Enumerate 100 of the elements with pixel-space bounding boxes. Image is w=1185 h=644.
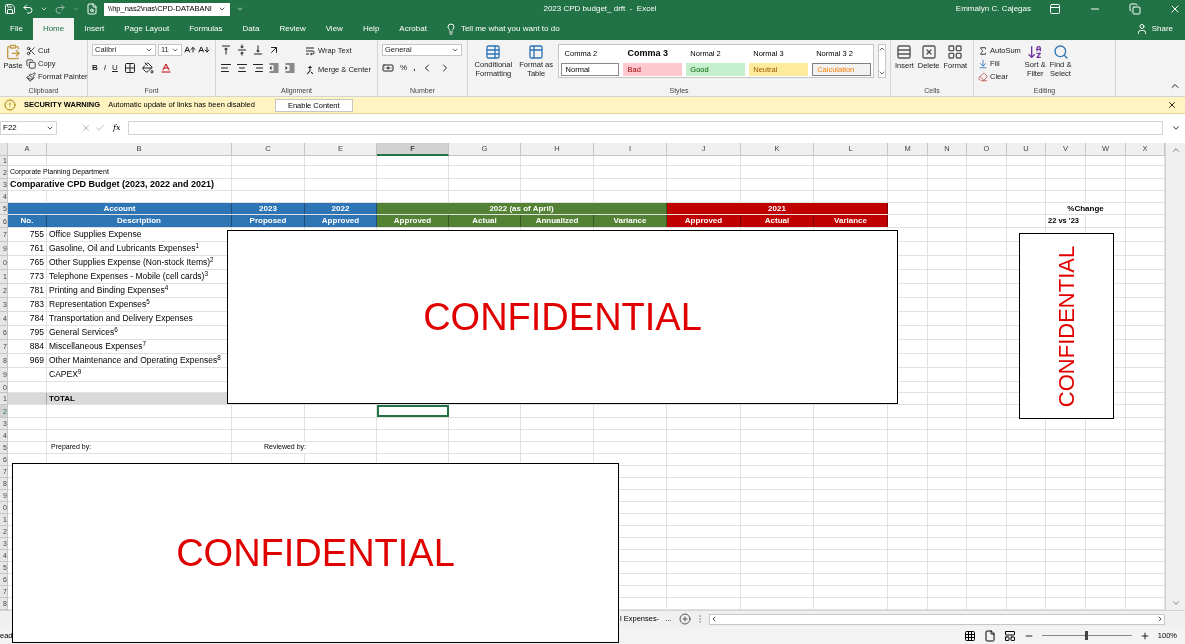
underline-button[interactable]: U [112, 62, 118, 74]
customize-icon[interactable] [236, 5, 244, 13]
copy-icon [26, 58, 36, 69]
fill-color-icon[interactable] [141, 62, 154, 74]
scroll-down-icon [1170, 598, 1181, 608]
ribbon-tab[interactable]: Formulas [179, 18, 233, 40]
align-center-icon[interactable] [236, 62, 248, 74]
name-box[interactable]: F22 [0, 121, 57, 135]
down-arrow-icon [978, 58, 988, 69]
share-button[interactable]: Share [1123, 18, 1185, 40]
orientation-icon[interactable] [268, 44, 280, 56]
ribbon-tab[interactable]: Insert [74, 18, 115, 40]
column-header: Annualized [521, 215, 594, 227]
scroll-up-icon [1170, 145, 1181, 155]
eraser-icon [978, 71, 988, 82]
normal-view-icon[interactable] [963, 629, 976, 642]
search-icon [1052, 44, 1069, 60]
add-sheet-icon[interactable] [679, 613, 692, 625]
column-header: 2022 [305, 203, 377, 214]
restore-icon[interactable] [1129, 3, 1141, 15]
user-name: Emmalyn C. Cajegas [955, 3, 1031, 15]
column-header: Description [47, 215, 232, 227]
percent-button[interactable]: % [400, 62, 408, 74]
grid-icon [947, 44, 964, 60]
rows-icon [896, 44, 913, 60]
ribbon-display-icon[interactable] [1049, 3, 1061, 15]
column-header: 2023 [232, 203, 305, 214]
column-header: Variance [814, 215, 888, 227]
align-top-icon[interactable] [220, 44, 232, 56]
table-icon [528, 44, 545, 60]
paintbrush-icon [26, 71, 36, 82]
column-header: Account [8, 203, 232, 214]
borders-icon[interactable] [123, 62, 136, 74]
ribbon-tab[interactable]: File [0, 18, 33, 40]
table-icon [485, 44, 502, 60]
lightbulb-icon[interactable] [444, 23, 457, 35]
ribbon-tab[interactable]: Home [32, 18, 75, 40]
scissors-icon [26, 45, 36, 56]
insert-function-button[interactable]: fx [109, 122, 125, 134]
align-right-icon[interactable] [252, 62, 264, 74]
caret-icon [171, 46, 179, 54]
ribbon-tab[interactable]: Help [352, 18, 390, 40]
bold-button[interactable]: B [92, 62, 98, 74]
comma-button[interactable]: , [413, 62, 416, 74]
confidential-label: CONFIDENTIAL [176, 530, 455, 576]
tell-me-field[interactable]: Tell me what you want to do [460, 23, 560, 35]
save-icon[interactable] [4, 3, 16, 15]
zoom-slider-thumb[interactable] [1085, 631, 1089, 640]
ribbon-tab[interactable]: Data [232, 18, 270, 40]
column-header: Approved [305, 215, 377, 227]
vertical-scrollbar[interactable] [1165, 143, 1185, 610]
merge-icon [304, 63, 316, 76]
undo-icon[interactable] [22, 3, 34, 15]
close-icon[interactable] [1169, 3, 1181, 15]
zoom-in-icon[interactable] [1139, 630, 1150, 641]
formula-input[interactable] [128, 121, 1163, 135]
expand-icon[interactable] [1171, 123, 1181, 133]
page-layout-icon[interactable] [983, 629, 996, 642]
column-header: Proposed [232, 215, 305, 227]
grow-font-icon[interactable] [184, 44, 196, 56]
caret-icon[interactable] [40, 5, 48, 13]
column-header: 2022 (as of April) [377, 203, 667, 214]
shrink-font-icon[interactable] [198, 44, 210, 56]
column-header: Approved [377, 215, 449, 227]
caret-icon [145, 46, 153, 54]
decrease-indent-icon[interactable] [268, 62, 280, 74]
column-header: No. [8, 215, 47, 227]
sigma-icon [978, 45, 988, 56]
print-preview-icon[interactable] [86, 3, 98, 15]
align-middle-icon[interactable] [236, 44, 248, 56]
warning-icon [4, 99, 16, 111]
caret-icon [46, 124, 54, 132]
selected-cell[interactable] [377, 405, 449, 417]
align-left-icon[interactable] [220, 62, 232, 74]
sort-icon [1027, 44, 1044, 60]
italic-button[interactable]: I [103, 62, 106, 74]
ribbon-tab[interactable]: Page Layout [114, 18, 180, 40]
increase-indent-icon[interactable] [284, 62, 296, 74]
person-icon [1135, 23, 1148, 35]
caret-icon [218, 5, 226, 13]
column-header: Variance [594, 215, 667, 227]
window-title: 2023 CPD budget_ drft - Excel [543, 3, 657, 15]
ribbon-tab[interactable]: View [315, 18, 353, 40]
column-header: Actual [449, 215, 521, 227]
ribbon-tab[interactable]: Acrobat [389, 18, 437, 40]
caret-icon [451, 46, 459, 54]
align-bottom-icon[interactable] [252, 44, 264, 56]
page-break-icon[interactable] [1003, 629, 1016, 642]
square-x-icon [920, 44, 937, 60]
font-color-icon[interactable] [159, 62, 172, 74]
scroll-down-icon[interactable] [878, 69, 886, 77]
confidential-label: CONFIDENTIAL [423, 294, 702, 340]
horizontal-scrollbar[interactable] [709, 613, 1165, 625]
ribbon-tab[interactable]: Review [269, 18, 316, 40]
column-header: Actual [741, 215, 814, 227]
scroll-right-icon [1156, 615, 1164, 623]
scroll-up-icon[interactable] [878, 45, 886, 53]
close-icon[interactable] [1167, 100, 1177, 110]
column-header: Approved [667, 215, 741, 227]
currency-icon[interactable] [382, 62, 394, 74]
